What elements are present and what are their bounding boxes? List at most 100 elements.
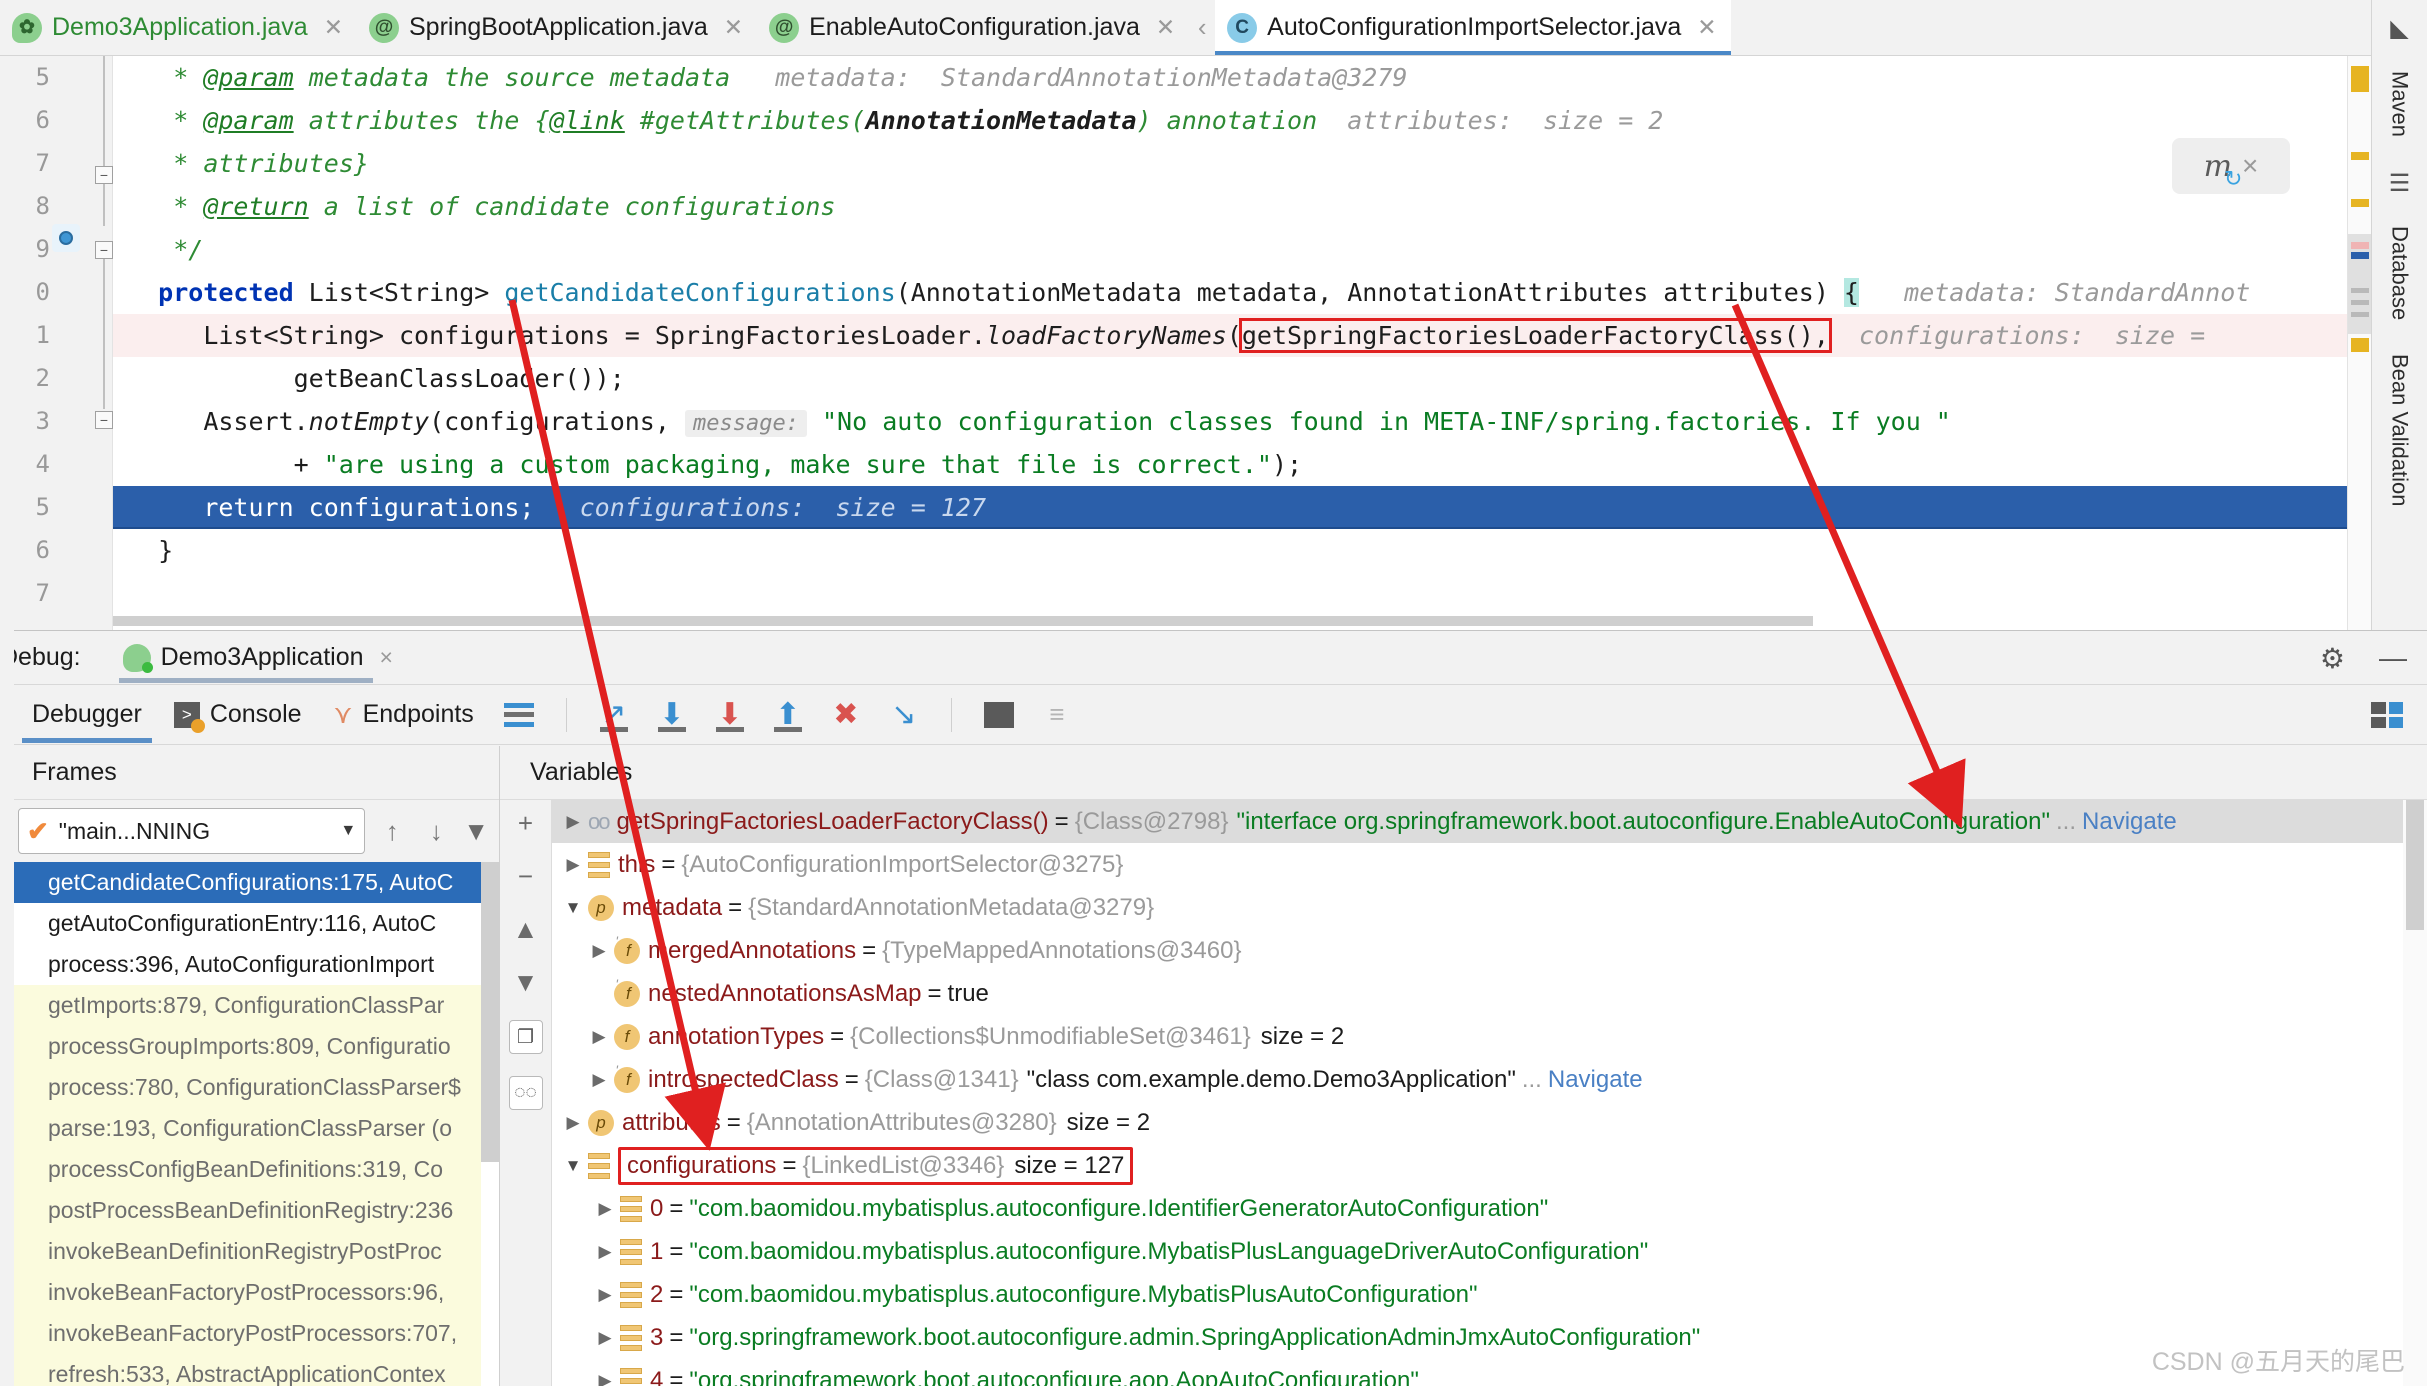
watches-icon[interactable]: ◌◌ xyxy=(508,1076,543,1110)
code-line[interactable]: protected List<String> getCandidateConfi… xyxy=(113,271,2427,314)
marker-caret[interactable] xyxy=(2351,252,2369,259)
variable-row[interactable]: ▶ f introspectedClass = {Class@1341} "cl… xyxy=(552,1058,2403,1101)
tool-tab-database[interactable]: Database xyxy=(2387,216,2413,330)
marker-usage[interactable] xyxy=(2351,312,2369,317)
frame-row[interactable]: postProcessBeanDefinitionRegistry:236 xyxy=(0,1190,499,1231)
add-watch-button[interactable]: + xyxy=(518,808,533,839)
collapse-triangle-icon[interactable]: ▼ xyxy=(558,1144,588,1187)
step-into-button[interactable]: ⬇ xyxy=(649,692,695,738)
list-item[interactable]: ▶ 2 = "com.baomidou.mybatisplus.autoconf… xyxy=(552,1273,2403,1316)
navigate-link[interactable]: Navigate xyxy=(1548,1058,1643,1101)
close-icon[interactable]: ✕ xyxy=(324,14,343,41)
breakpoint-icon[interactable] xyxy=(52,270,80,298)
close-icon[interactable]: × xyxy=(2242,150,2258,182)
expand-triangle-icon[interactable]: ▶ xyxy=(590,1273,620,1316)
restore-layout-icon[interactable] xyxy=(2371,702,2403,728)
editor-horizontal-scrollbar[interactable] xyxy=(113,616,1813,626)
expand-triangle-icon[interactable]: ▶ xyxy=(558,800,588,843)
list-item[interactable]: ▶ 1 = "com.baomidou.mybatisplus.autoconf… xyxy=(552,1230,2403,1273)
code-line[interactable]: * attributes} xyxy=(113,142,2427,185)
frame-row[interactable]: invokeBeanFactoryPostProcessors:96, xyxy=(0,1272,499,1313)
gear-icon[interactable]: ⚙ xyxy=(2320,642,2345,675)
expand-triangle-icon[interactable]: ▶ xyxy=(590,1230,620,1273)
drop-frame-button[interactable]: ✖ xyxy=(823,692,869,738)
list-item[interactable]: ▶ 0 = "com.baomidou.mybatisplus.autoconf… xyxy=(552,1187,2403,1230)
expand-triangle-icon[interactable]: ▶ xyxy=(584,929,614,972)
code-line[interactable] xyxy=(113,572,2427,615)
close-icon[interactable]: × xyxy=(380,644,393,671)
frame-row[interactable]: invokeBeanFactoryPostProcessors:707, xyxy=(0,1313,499,1354)
variable-row[interactable]: ▶ this = {AutoConfigurationImportSelecto… xyxy=(552,843,2403,886)
list-item[interactable]: ▶ 4 = "org.springframework.boot.autoconf… xyxy=(552,1359,2403,1386)
chevron-down-icon[interactable]: ▼ xyxy=(340,822,356,840)
minimize-icon[interactable]: — xyxy=(2379,642,2407,674)
frame-row[interactable]: invokeBeanDefinitionRegistryPostProc xyxy=(0,1231,499,1272)
expand-triangle-icon[interactable]: ▶ xyxy=(590,1359,620,1386)
editor-tab-enableautoconfiguration[interactable]: @ EnableAutoConfiguration.java ✕ xyxy=(757,0,1189,55)
code-line[interactable]: * @param attributes the {@link #getAttri… xyxy=(113,99,2427,142)
code-line[interactable]: Assert.notEmpty(configurations, message:… xyxy=(113,400,2427,443)
frames-list[interactable]: getCandidateConfigurations:175, AutoC ge… xyxy=(0,862,499,1386)
frame-row[interactable]: refresh:533, AbstractApplicationContex xyxy=(0,1354,499,1386)
code-line[interactable]: getBeanClassLoader()); xyxy=(113,357,2427,400)
debug-session-tab[interactable]: Demo3Application × xyxy=(115,631,401,685)
code-line-selected[interactable]: return configurations; configurations: s… xyxy=(113,486,2427,529)
arrow-down-icon[interactable]: ↓ xyxy=(419,816,453,847)
code-line[interactable]: } xyxy=(113,529,2427,572)
variable-row[interactable]: ▼ p metadata = {StandardAnnotationMetada… xyxy=(552,886,2403,929)
marker-usage[interactable] xyxy=(2351,300,2369,305)
navigate-link[interactable]: Navigate xyxy=(2082,800,2177,843)
frame-row[interactable]: parse:193, ConfigurationClassParser (o xyxy=(0,1108,499,1149)
copy-icon[interactable]: ❐ xyxy=(508,1020,543,1054)
code-line[interactable]: * @param metadata the source metadata me… xyxy=(113,56,2427,99)
expand-triangle-icon[interactable]: ▶ xyxy=(558,843,588,886)
thread-dropdown[interactable]: ✔ "main...NNING ▼ xyxy=(18,808,366,854)
frame-row[interactable]: process:396, AutoConfigurationImport xyxy=(0,944,499,985)
code-folding-column[interactable]: − − − xyxy=(95,56,113,630)
editor-gutter[interactable]: 5 6 7 8 9 0 1 2 3 4 5 6 7 − − − xyxy=(0,56,113,630)
marker-warning[interactable] xyxy=(2351,66,2369,92)
run-to-line-icon[interactable] xyxy=(52,224,80,252)
fold-marker[interactable]: − xyxy=(95,241,113,259)
expand-triangle-icon[interactable]: ▶ xyxy=(584,1015,614,1058)
frame-row[interactable]: processGroupImports:809, Configuratio xyxy=(0,1026,499,1067)
reload-changed-classes-widget[interactable]: m ↻ × xyxy=(2172,138,2290,194)
editor-tab-demo3application[interactable]: ✿ Demo3Application.java ✕ xyxy=(0,0,357,55)
arrow-down-icon[interactable]: ▼ xyxy=(513,967,539,998)
expand-triangle-icon[interactable]: ▶ xyxy=(590,1187,620,1230)
step-out-button[interactable]: ⬆ xyxy=(765,692,811,738)
variable-row[interactable]: ▶ f nestedAnnotationsAsMap = true xyxy=(552,972,2403,1015)
editor-tab-autoconfigurationimportselector[interactable]: C AutoConfigurationImportSelector.java ✕ xyxy=(1215,0,1731,55)
code-line[interactable]: * @return a list of candidate configurat… xyxy=(113,185,2427,228)
remove-watch-button[interactable]: − xyxy=(518,861,533,892)
refresh-icon[interactable]: ↻ xyxy=(2224,166,2242,192)
variable-row[interactable]: ▶ f annotationTypes = {Collections$Unmod… xyxy=(552,1015,2403,1058)
marker-warning[interactable] xyxy=(2351,152,2369,160)
variable-row[interactable]: ▶ p attributes = {AnnotationAttributes@3… xyxy=(552,1101,2403,1144)
scroll-thumb[interactable] xyxy=(2348,234,2372,334)
code-lines[interactable]: * @param metadata the source metadata me… xyxy=(113,56,2427,630)
marker-changed[interactable] xyxy=(2351,242,2369,249)
expand-triangle-icon[interactable]: ▶ xyxy=(584,1058,614,1101)
expand-triangle-icon[interactable]: ▶ xyxy=(590,1316,620,1359)
code-editor[interactable]: 5 6 7 8 9 0 1 2 3 4 5 6 7 − − − * @param… xyxy=(0,56,2427,630)
code-line[interactable]: + "are using a custom packaging, make su… xyxy=(113,443,2427,486)
editor-tab-springbootapplication[interactable]: @ SpringBootApplication.java ✕ xyxy=(357,0,757,55)
code-line[interactable]: */ xyxy=(113,228,2427,271)
close-icon[interactable]: ✕ xyxy=(1697,14,1716,41)
tool-tab-maven[interactable]: Maven xyxy=(2387,61,2413,147)
tab-debugger[interactable]: Debugger xyxy=(16,685,158,745)
arrow-up-icon[interactable]: ▲ xyxy=(513,914,539,945)
editor-marker-bar[interactable] xyxy=(2347,56,2372,630)
variable-row[interactable]: ▶ oo getSpringFactoriesLoaderFactoryClas… xyxy=(552,800,2403,843)
step-over-button[interactable]: ↗ xyxy=(591,692,637,738)
frame-row[interactable]: getImports:879, ConfigurationClassPar xyxy=(0,985,499,1026)
chevron-left-icon[interactable]: ‹ xyxy=(1189,0,1215,55)
frames-scrollbar[interactable] xyxy=(481,862,499,1386)
variable-row-configurations[interactable]: ▼ configurations = {LinkedList@3346} siz… xyxy=(552,1144,2403,1187)
expand-triangle-icon[interactable]: ▶ xyxy=(558,1101,588,1144)
filter-icon[interactable]: ▼ xyxy=(463,816,489,847)
tab-console[interactable]: > Console xyxy=(158,685,318,745)
marker-warning[interactable] xyxy=(2351,199,2369,207)
variable-row[interactable]: ▶ f mergedAnnotations = {TypeMappedAnnot… xyxy=(552,929,2403,972)
